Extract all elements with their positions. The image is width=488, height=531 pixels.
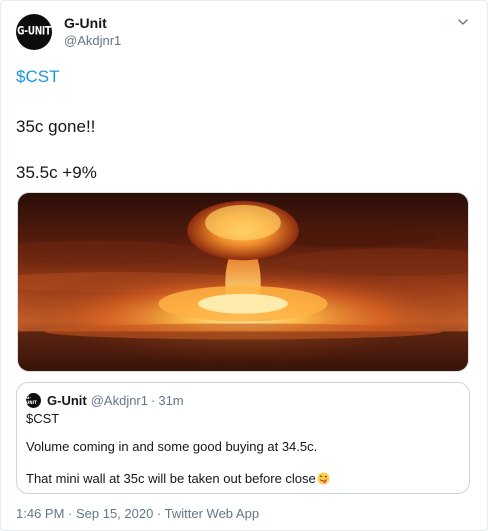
author-handle[interactable]: @Akdjnr1 — [64, 32, 121, 49]
quoted-separator: · — [151, 392, 156, 408]
tweet-card[interactable]: G-UNIT G-Unit @Akdjnr1 $CST 35c gone!! 3… — [0, 0, 488, 531]
quoted-text-line-with-emoji: That mini wall at 35c will be taken out … — [26, 471, 330, 487]
quoted-avatar-logo-text: G-UNIT — [26, 395, 37, 405]
tweet-text-line: 35.5c +9% — [16, 163, 97, 182]
avatar[interactable]: G-UNIT — [16, 14, 52, 50]
quoted-timestamp: 31m — [158, 392, 184, 408]
quoted-text-line: Volume coming in and some good buying at… — [26, 439, 318, 454]
avatar-logo-text: G-UNIT — [17, 25, 51, 39]
quoted-text-line: That mini wall at 35c will be taken out … — [26, 471, 316, 486]
author-display-name[interactable]: G-Unit — [64, 15, 121, 32]
tweet-text-line: 35c gone!! — [16, 117, 96, 136]
tweet-header: G-UNIT G-Unit @Akdjnr1 — [16, 14, 474, 50]
author-names: G-Unit @Akdjnr1 — [64, 15, 121, 49]
tweet-timestamp[interactable]: 1:46 PM · Sep 15, 2020 — [16, 506, 153, 521]
tweet-footer: 1:46 PM · Sep 15, 2020 · Twitter Web App — [16, 506, 259, 522]
winking-tongue-face-emoji-icon — [317, 472, 330, 485]
quoted-tweet-header: G-UNIT G-Unit @Akdjnr1 · 31m — [26, 392, 184, 408]
quoted-cashtag: $CST — [26, 411, 60, 426]
quoted-avatar: G-UNIT — [26, 392, 41, 408]
footer-separator: · — [153, 506, 165, 521]
quoted-handle: @Akdjnr1 — [90, 392, 148, 408]
tweet-source[interactable]: Twitter Web App — [165, 506, 259, 521]
quoted-tweet[interactable]: G-UNIT G-Unit @Akdjnr1 · 31m $CST Volume… — [16, 382, 470, 494]
cashtag-link[interactable]: $CST — [16, 66, 59, 88]
tweet-media-image[interactable] — [17, 192, 469, 372]
mushroom-cloud-explosion-photo — [18, 193, 468, 371]
quoted-display-name: G-Unit — [47, 392, 87, 408]
chevron-down-icon[interactable] — [457, 16, 469, 28]
